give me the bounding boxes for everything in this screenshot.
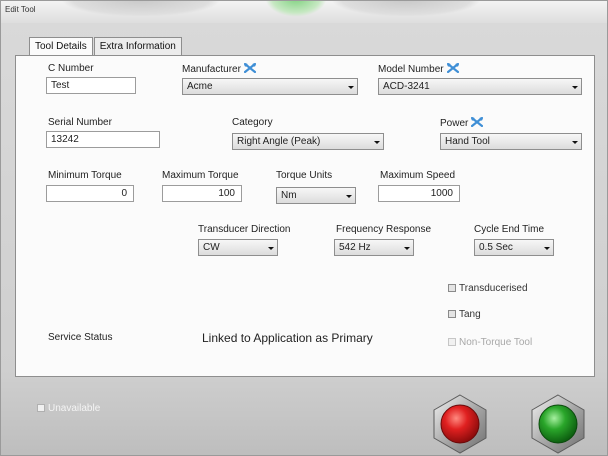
transducer-direction-select[interactable]: CW [198,239,278,256]
torque-units-select[interactable]: Nm [276,187,356,204]
service-status-label: Service Status [48,332,113,343]
tang-label: Tang [459,309,481,320]
unavailable-checkbox[interactable]: Unavailable [37,403,100,414]
chevron-down-icon [374,141,380,144]
chevron-down-icon [544,247,550,250]
cycle-end-time-select[interactable]: 0.5 Sec [474,239,554,256]
wrench-icon[interactable] [243,63,256,73]
unavailable-label: Unavailable [48,403,101,414]
tool-details-panel: C Number Test Manufacturer Acme Model Nu… [15,55,595,377]
tab-extra-information[interactable]: Extra Information [93,37,182,55]
serial-number-label: Serial Number [48,117,112,128]
non-torque-tool-checkbox: Non-Torque Tool [448,337,532,348]
checkbox-box[interactable] [448,310,456,318]
max-torque-field[interactable]: 100 [162,185,242,202]
model-number-label-text: Model Number [378,64,444,75]
min-torque-field[interactable]: 0 [46,185,134,202]
model-number-value: ACD-3241 [383,81,430,92]
non-torque-tool-label: Non-Torque Tool [459,337,533,348]
chevron-down-icon [404,247,410,250]
serial-number-field[interactable]: 13242 [46,131,160,148]
torque-units-label: Torque Units [276,170,333,181]
cancel-icon [440,404,480,444]
title-decoration-green [265,1,327,17]
manufacturer-label-text: Manufacturer [182,64,241,75]
chevron-down-icon [572,141,578,144]
power-select[interactable]: Hand Tool [440,133,582,150]
title-decoration [61,1,221,17]
power-label: Power [440,117,484,129]
tab-tool-details[interactable]: Tool Details [29,37,93,56]
chevron-down-icon [268,247,274,250]
checkbox-box[interactable] [448,284,456,292]
model-number-select[interactable]: ACD-3241 [378,78,582,95]
c-number-field[interactable]: Test [46,77,136,94]
power-value: Hand Tool [445,136,490,147]
confirm-icon [538,404,578,444]
transducer-direction-value: CW [203,242,220,253]
cycle-end-time-value: 0.5 Sec [479,242,513,253]
max-speed-label: Maximum Speed [380,170,456,181]
cancel-button[interactable] [429,393,491,455]
service-status-value: Linked to Application as Primary [202,331,373,345]
max-torque-label: Maximum Torque [162,170,239,181]
c-number-label: C Number [48,63,94,74]
transducerised-checkbox[interactable]: Transducerised [448,283,528,294]
edit-tool-window: Edit Tool Tool Details Extra Information… [0,0,608,456]
manufacturer-select[interactable]: Acme [182,78,358,95]
tang-checkbox[interactable]: Tang [448,309,481,320]
confirm-button[interactable] [527,393,589,455]
max-speed-field[interactable]: 1000 [378,185,460,202]
wrench-icon[interactable] [471,117,484,127]
torque-units-value: Nm [281,190,297,201]
title-bar: Edit Tool [1,1,607,23]
frequency-response-label: Frequency Response [336,224,432,235]
transducerised-label: Transducerised [459,283,528,294]
transducer-direction-label: Transducer Direction [198,224,291,235]
manufacturer-value: Acme [187,81,213,92]
category-value: Right Angle (Peak) [237,136,321,147]
power-label-text: Power [440,118,469,129]
category-select[interactable]: Right Angle (Peak) [232,133,384,150]
category-label: Category [232,117,273,128]
frequency-response-select[interactable]: 542 Hz [334,239,414,256]
checkbox-box [448,338,456,346]
chevron-down-icon [572,86,578,89]
model-number-label: Model Number [378,63,459,75]
chevron-down-icon [348,86,354,89]
chevron-down-icon [346,195,352,198]
wrench-icon[interactable] [446,63,459,73]
tab-strip: Tool Details Extra Information [29,37,183,56]
manufacturer-label: Manufacturer [182,63,256,75]
window-title: Edit Tool [5,5,36,14]
frequency-response-value: 542 Hz [339,242,371,253]
title-decoration [331,1,481,17]
cycle-end-time-label: Cycle End Time [474,224,545,235]
min-torque-label: Minimum Torque [48,170,122,181]
checkbox-box[interactable] [37,404,45,412]
